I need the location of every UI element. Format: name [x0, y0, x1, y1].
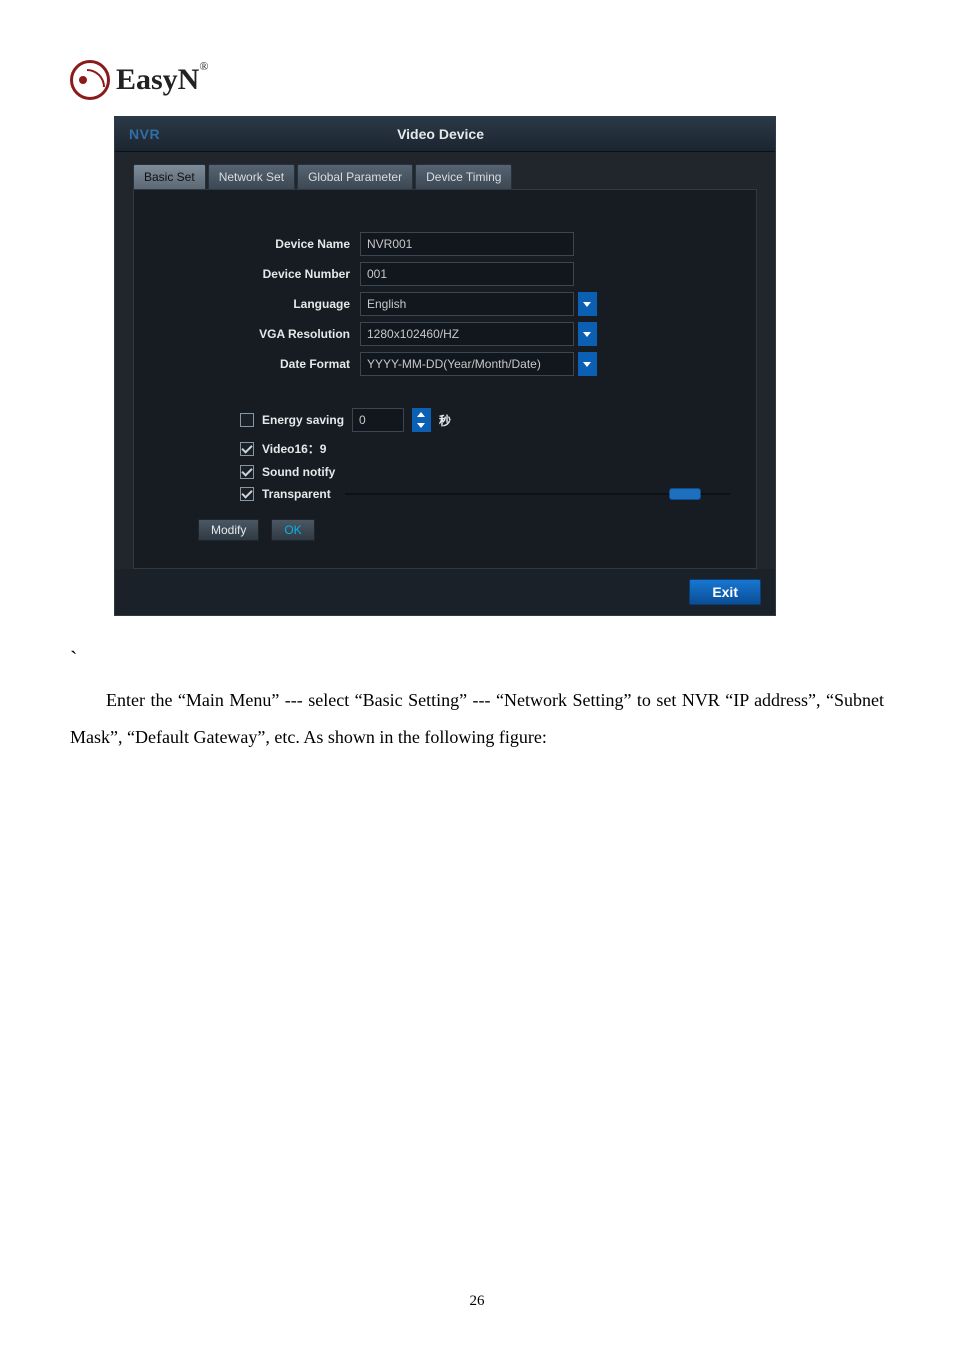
energy-saving-label: Energy saving	[262, 413, 344, 427]
chevron-down-icon	[583, 332, 591, 337]
date-format-dropdown-arrow[interactable]	[578, 352, 597, 376]
transparent-checkbox[interactable]	[240, 487, 254, 501]
sound-notify-checkbox[interactable]	[240, 465, 254, 479]
transparent-label: Transparent	[262, 487, 331, 501]
brand-logo: EasyN®	[70, 60, 884, 100]
language-select[interactable]	[360, 292, 574, 316]
modify-button[interactable]: Modify	[198, 519, 259, 541]
exit-button[interactable]: Exit	[689, 579, 761, 605]
label-vga-resolution: VGA Resolution	[150, 327, 360, 341]
device-name-input[interactable]	[360, 232, 574, 256]
label-language: Language	[150, 297, 360, 311]
energy-saving-spinner[interactable]	[412, 408, 431, 432]
app-name: NVR	[129, 126, 160, 142]
device-number-input[interactable]	[360, 262, 574, 286]
transparent-slider[interactable]	[345, 491, 730, 497]
tab-device-timing[interactable]: Device Timing	[415, 164, 512, 189]
chevron-down-icon	[583, 302, 591, 307]
dialog-titlebar: NVR Video Device	[115, 117, 775, 152]
tab-panel-basic-set: Device Name Device Number Language	[133, 189, 757, 569]
language-dropdown-arrow[interactable]	[578, 292, 597, 316]
video-device-dialog: NVR Video Device Basic Set Network Set G…	[114, 116, 776, 616]
registered-icon: ®	[199, 59, 208, 73]
energy-saving-checkbox[interactable]	[240, 413, 254, 427]
backtick-mark: `	[70, 646, 884, 672]
dialog-title: Video Device	[160, 126, 721, 142]
date-format-select[interactable]	[360, 352, 574, 376]
logo-text: EasyN®	[116, 63, 208, 97]
chevron-down-icon	[583, 362, 591, 367]
video-16-9-checkbox[interactable]	[240, 442, 254, 456]
sound-notify-label: Sound notify	[262, 465, 335, 479]
label-device-number: Device Number	[150, 267, 360, 281]
ok-button[interactable]: OK	[271, 519, 314, 541]
tab-basic-set[interactable]: Basic Set	[133, 164, 206, 189]
vga-dropdown-arrow[interactable]	[578, 322, 597, 346]
energy-saving-unit: 秒	[439, 412, 451, 429]
slider-thumb[interactable]	[669, 488, 701, 500]
tabs: Basic Set Network Set Global Parameter D…	[133, 164, 757, 189]
tab-network-set[interactable]: Network Set	[208, 164, 295, 189]
page-number: 26	[0, 1293, 954, 1310]
energy-saving-value[interactable]	[352, 408, 404, 432]
label-date-format: Date Format	[150, 357, 360, 371]
vga-resolution-select[interactable]	[360, 322, 574, 346]
chevron-down-icon	[417, 423, 425, 428]
logo-mark-icon	[70, 60, 110, 100]
label-device-name: Device Name	[150, 237, 360, 251]
chevron-up-icon	[417, 412, 425, 417]
instruction-paragraph: Enter the “Main Menu” --- select “Basic …	[70, 682, 884, 756]
video-16-9-label: Video16：9	[262, 440, 326, 457]
tab-global-parameter[interactable]: Global Parameter	[297, 164, 413, 189]
